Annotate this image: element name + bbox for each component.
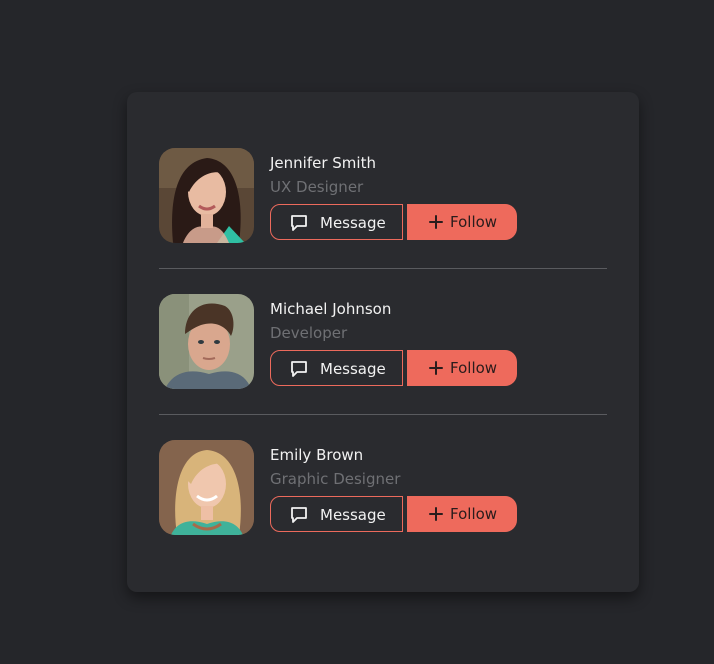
plus-icon [427, 213, 445, 231]
person-name: Emily Brown [270, 446, 364, 464]
message-button-label: Message [320, 214, 386, 232]
follow-button[interactable]: Follow [407, 204, 517, 240]
message-button[interactable]: Message [270, 350, 403, 386]
follow-button-label: Follow [450, 505, 498, 523]
list-item: Jennifer Smith UX Designer Message Follo… [159, 148, 607, 244]
avatar [159, 148, 254, 243]
follow-button-label: Follow [450, 359, 498, 377]
chat-bubble-icon [290, 360, 308, 378]
person-name: Michael Johnson [270, 300, 392, 318]
message-button-label: Message [320, 506, 386, 524]
person-name: Jennifer Smith [270, 154, 376, 172]
plus-icon [427, 505, 445, 523]
avatar [159, 440, 254, 535]
list-item: Michael Johnson Developer Message Follow [159, 294, 607, 390]
follow-button-label: Follow [450, 213, 498, 231]
follow-button[interactable]: Follow [407, 350, 517, 386]
message-button-label: Message [320, 360, 386, 378]
follow-button[interactable]: Follow [407, 496, 517, 532]
person-role: Developer [270, 324, 348, 342]
divider [159, 268, 607, 269]
chat-bubble-icon [290, 214, 308, 232]
people-card: Jennifer Smith UX Designer Message Follo… [127, 92, 639, 592]
divider [159, 414, 607, 415]
plus-icon [427, 359, 445, 377]
list-item: Emily Brown Graphic Designer Message Fol… [159, 440, 607, 536]
avatar [159, 294, 254, 389]
chat-bubble-icon [290, 506, 308, 524]
person-role: Graphic Designer [270, 470, 401, 488]
person-role: UX Designer [270, 178, 364, 196]
message-button[interactable]: Message [270, 204, 403, 240]
message-button[interactable]: Message [270, 496, 403, 532]
